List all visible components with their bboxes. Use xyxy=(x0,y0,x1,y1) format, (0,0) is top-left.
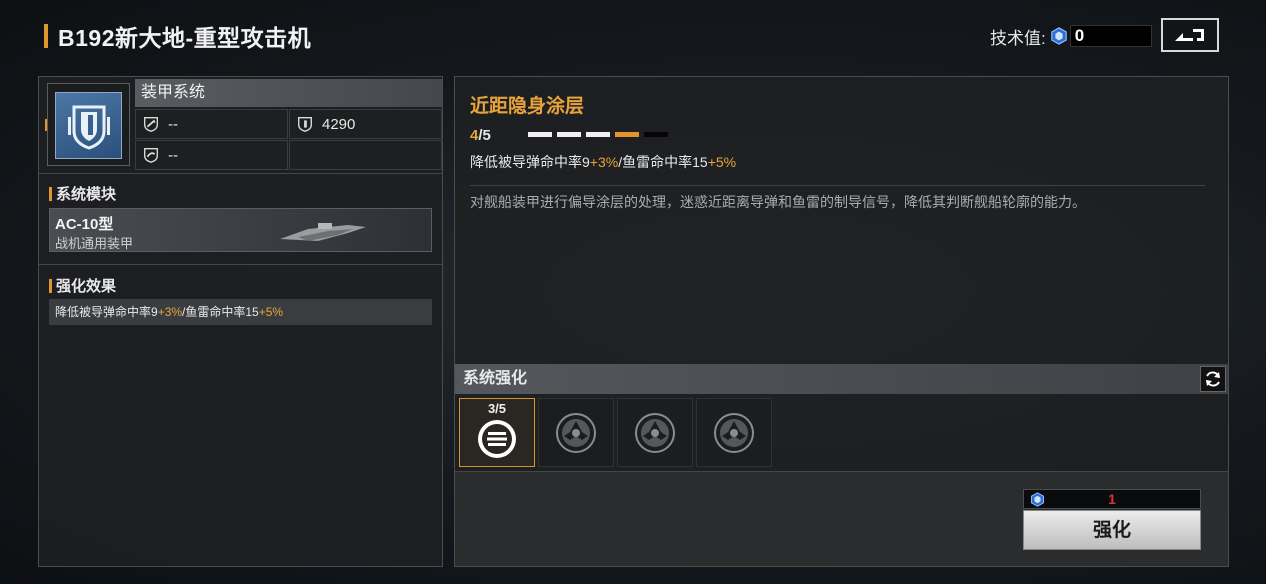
level-max: /5 xyxy=(478,127,491,144)
enhance-slot-locked[interactable] xyxy=(538,398,614,467)
effect-text: 降低被导弹命中率9 xyxy=(55,305,158,319)
page-title-wrap: B192新大地-重型攻击机 xyxy=(44,20,311,52)
back-button[interactable] xyxy=(1161,18,1219,52)
stat-armor: 4290 xyxy=(289,109,442,139)
effect-bonus: +3% xyxy=(157,305,183,319)
module-subtitle: 战机通用装甲 xyxy=(55,236,134,251)
enhance-effect-row: 降低被导弹命中率9+3%/鱼雷命中率15+5% xyxy=(49,299,432,325)
stat-grid: -- 4290 -- xyxy=(135,109,442,171)
refresh-icon xyxy=(1206,371,1220,387)
enhance-slot-locked[interactable] xyxy=(696,398,772,467)
level-pip xyxy=(615,132,639,137)
stat-value: -- xyxy=(168,115,178,133)
stat-empty xyxy=(289,140,442,170)
return-arrow-icon xyxy=(1175,29,1204,41)
skill-effect: 降低被导弹命中率9+3%/鱼雷命中率15+5% xyxy=(470,152,736,172)
level-pip xyxy=(557,132,581,137)
armor-item-card[interactable] xyxy=(47,83,130,166)
enhance-slot-active[interactable]: 3/5 xyxy=(459,398,535,467)
system-info-panel: 装甲系统 -- 4290 -- 系统模块 AC-10型 战机通用装甲 强化效果 … xyxy=(38,76,443,567)
armor-shield-badge xyxy=(55,92,122,159)
tech-label: 技术值: xyxy=(990,28,1046,48)
effect-bonus: +5% xyxy=(258,305,284,319)
effect-text: /鱼雷命中率15 xyxy=(618,154,708,170)
locked-module-icon xyxy=(556,412,596,453)
armor-module-ship-icon xyxy=(280,223,366,241)
armor-shield-icon xyxy=(67,105,110,150)
page-title: B192新大地-重型攻击机 xyxy=(58,25,312,51)
skill-level: 4/5 xyxy=(470,127,491,144)
system-name-header: 装甲系统 xyxy=(135,79,442,107)
stat-value: 4290 xyxy=(322,115,356,133)
armor-layer-icon xyxy=(478,419,516,458)
effect-text: /鱼雷命中率15 xyxy=(182,305,259,319)
module-card[interactable]: AC-10型 战机通用装甲 xyxy=(49,208,432,252)
enhance-slot-locked[interactable] xyxy=(617,398,693,467)
enhance-action-area: 1 强化 xyxy=(455,471,1228,566)
level-pip xyxy=(528,132,552,137)
locked-module-icon xyxy=(635,412,675,453)
enhance-button[interactable]: 强化 xyxy=(1023,510,1201,550)
effect-bonus: +3% xyxy=(589,154,619,170)
tech-value-display: 技术值: 0 xyxy=(990,24,1152,48)
section-divider xyxy=(39,173,442,174)
section-accent-bar xyxy=(49,278,52,293)
slot-count: 3/5 xyxy=(487,401,507,416)
torpedo-defense-icon xyxy=(144,148,158,163)
armor-shield-icon xyxy=(298,117,312,132)
skill-description: 对舰船装甲进行偏导涂层的处理，迷惑近距离导弹和鱼雷的制导信号，降低其判断舰船轮廓… xyxy=(470,194,1086,210)
stat-torpedo-defense: -- xyxy=(135,140,288,170)
module-name: AC-10型 xyxy=(55,216,114,233)
effect-bonus: +5% xyxy=(707,154,737,170)
skill-divider xyxy=(470,185,1205,186)
module-section-title: 系统模块 xyxy=(56,186,117,203)
skill-name: 近距隐身涂层 xyxy=(470,96,585,117)
module-section-label: 系统模块 xyxy=(49,183,116,204)
effect-section-label: 强化效果 xyxy=(49,275,116,296)
effect-section-title: 强化效果 xyxy=(56,278,117,295)
section-divider xyxy=(39,264,442,265)
tech-value: 0 xyxy=(1069,25,1152,47)
enhance-slots: 3/5 xyxy=(459,398,775,467)
effect-text: 降低被导弹命中率9 xyxy=(470,154,590,170)
level-pip xyxy=(644,132,668,137)
stat-value: -- xyxy=(168,146,178,164)
enhance-title: 系统强化 xyxy=(463,370,528,387)
missile-defense-icon xyxy=(144,117,158,132)
skill-detail-panel: 近距隐身涂层 4/5 降低被导弹命中率9+3%/鱼雷命中率15+5% 对舰船装甲… xyxy=(454,76,1229,567)
enhance-cost: 1 xyxy=(1023,489,1201,509)
level-progress-pips xyxy=(528,132,673,137)
tech-point-icon xyxy=(1050,27,1067,45)
cost-value: 1 xyxy=(1108,491,1116,507)
locked-module-icon xyxy=(714,412,754,453)
level-pip xyxy=(586,132,610,137)
title-accent-bar xyxy=(44,24,48,48)
stat-missile-defense: -- xyxy=(135,109,288,139)
enhance-header: 系统强化 xyxy=(455,364,1228,394)
section-accent-bar xyxy=(49,186,52,201)
refresh-button[interactable] xyxy=(1200,366,1226,392)
